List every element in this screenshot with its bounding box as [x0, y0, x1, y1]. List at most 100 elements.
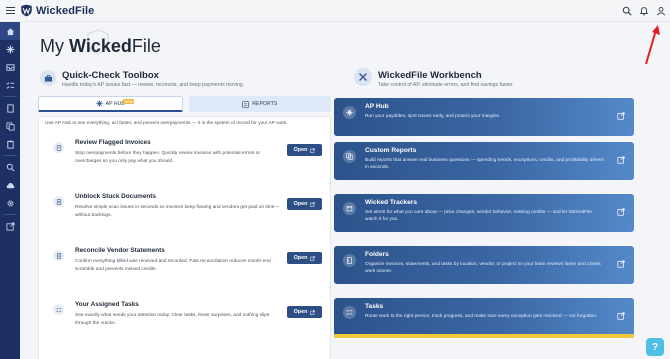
card-tasks[interactable]: Tasks Route work to the right person, tr…: [334, 298, 634, 336]
sidebar-item-upload[interactable]: [0, 176, 20, 194]
tab-reports[interactable]: REPORTS: [188, 96, 331, 112]
sidebar-item-documents[interactable]: [0, 99, 20, 117]
workbench-subtitle: Take control of AP, eliminate errors, an…: [378, 82, 514, 88]
toolbox-icon: [40, 70, 56, 86]
document-icon: [6, 103, 14, 113]
sidebar-item-ap-hub[interactable]: [0, 40, 20, 58]
quick-check-header: Quick-Check Toolbox Handle today's AP is…: [40, 70, 340, 90]
card-folders[interactable]: Folders Organize invoices, statements, a…: [334, 246, 634, 284]
card-description: Build reports that answer real business …: [365, 158, 605, 170]
list-item-reconcile-vendor-statements: Reconcile Vendor Statements Confirm ever…: [53, 247, 325, 287]
open-button-label: Open: [293, 309, 308, 315]
external-link-icon: [310, 201, 316, 207]
home-icon: [6, 27, 14, 35]
gear-icon: [6, 199, 14, 207]
card-custom-reports[interactable]: Custom Reports Build reports that answer…: [334, 142, 634, 180]
folder-icon: [343, 254, 356, 267]
help-button[interactable]: ?: [646, 338, 664, 356]
sidebar-divider: [3, 96, 17, 97]
open-button[interactable]: Open: [287, 198, 322, 210]
card-wicked-trackers[interactable]: Wicked Trackers Set alerts for what you …: [334, 194, 634, 232]
external-link-icon: [310, 309, 316, 315]
quick-check-subtitle: Handle today's AP issues fast — review, …: [62, 82, 245, 88]
annotation-arrow-icon: [645, 25, 660, 65]
clipboard-icon: [6, 140, 14, 149]
sidebar-divider: [3, 214, 17, 215]
item-description: See exactly what needs your attention to…: [75, 313, 270, 326]
card-description: Organize invoices, statements, and tasks…: [365, 262, 601, 274]
quick-check-tabs: AP HUB NEW REPORTS: [38, 96, 331, 112]
card-title: Tasks: [365, 303, 384, 310]
sidebar-item-checklist[interactable]: [0, 76, 20, 94]
external-link-icon: [310, 147, 316, 153]
flag-document-icon: [53, 142, 64, 153]
report-icon: [242, 100, 249, 108]
list-item-review-flagged-invoices: Review Flagged Invoices Stop overpayment…: [53, 139, 325, 179]
sidebar-item-settings[interactable]: [0, 194, 20, 212]
next-card-edge: [334, 334, 634, 338]
open-button[interactable]: Open: [287, 144, 322, 156]
sidebar-item-inbox[interactable]: [0, 58, 20, 76]
item-title: Unblock Stuck Documents: [75, 193, 156, 200]
item-title: Your Assigned Tasks: [75, 301, 139, 308]
checklist-icon: [343, 306, 356, 319]
page-title-suffix: File: [131, 36, 161, 56]
document-search-icon: [53, 196, 64, 207]
sparkle-icon: [95, 100, 103, 107]
sidebar-item-copies[interactable]: [0, 117, 20, 135]
list-item-unblock-stuck-documents: Unblock Stuck Documents Resolve simple s…: [53, 193, 325, 233]
external-link-icon: [617, 312, 625, 320]
page-title-emph: Wicked: [69, 36, 132, 56]
new-badge: NEW: [123, 99, 135, 104]
ap-hub-intro: Use AP Hub to see everything, act faster…: [45, 121, 288, 126]
external-link-icon: [310, 255, 316, 261]
top-bar: WickedFile: [0, 0, 670, 22]
external-link-icon: [617, 112, 625, 120]
copy-icon: [5, 121, 15, 131]
search-icon[interactable]: [622, 6, 632, 16]
sidebar-divider: [3, 155, 17, 156]
tasks-icon: [53, 304, 64, 315]
tab-ap-hub-label: AP HUB: [105, 100, 125, 107]
open-button[interactable]: Open: [287, 252, 322, 264]
card-description: Set alerts for what you care about — pri…: [365, 210, 592, 222]
item-description: Confirm everything billed was received a…: [75, 259, 271, 272]
list-item-your-assigned-tasks: Your Assigned Tasks See exactly what nee…: [53, 301, 325, 341]
wickedfile-logo-icon: [21, 4, 32, 17]
statement-icon: [53, 250, 64, 261]
open-button-label: Open: [293, 201, 308, 207]
item-description: Resolve simple scan issues in seconds so…: [75, 205, 280, 218]
open-button[interactable]: Open: [287, 306, 322, 318]
sidebar-item-external[interactable]: [0, 217, 20, 235]
card-title: Wicked Trackers: [365, 199, 417, 206]
workbench-header: WickedFile Workbench Take control of AP,…: [354, 68, 654, 90]
sidebar-item-search[interactable]: [0, 158, 20, 176]
sidebar-item-clipboard[interactable]: [0, 135, 20, 153]
item-title: Review Flagged Invoices: [75, 139, 151, 146]
sparkle-icon: [5, 44, 15, 54]
tab-ap-hub[interactable]: AP HUB NEW: [38, 96, 183, 112]
page-title-prefix: My: [40, 36, 69, 56]
item-title: Reconcile Vendor Statements: [75, 247, 165, 254]
card-ap-hub[interactable]: AP Hub Run your payables, spot issues ea…: [334, 98, 634, 136]
user-icon[interactable]: [656, 6, 666, 16]
cloud-upload-icon: [6, 182, 14, 188]
sidebar: [0, 22, 20, 359]
card-title: AP Hub: [365, 103, 389, 110]
card-title: Custom Reports: [365, 147, 417, 154]
workbench-title: WickedFile Workbench: [378, 70, 482, 81]
tracker-icon: [343, 202, 356, 215]
tab-reports-label: REPORTS: [252, 101, 278, 107]
external-link-icon: [5, 221, 15, 231]
brand[interactable]: WickedFile: [20, 0, 94, 22]
brand-name: WickedFile: [36, 4, 95, 17]
external-link-icon: [617, 156, 625, 164]
sidebar-item-home[interactable]: [0, 22, 20, 40]
card-description: Run your payables, spot issues early, an…: [365, 114, 501, 119]
quick-check-title: Quick-Check Toolbox: [62, 70, 159, 81]
bell-icon[interactable]: [639, 6, 649, 16]
card-title: Folders: [365, 251, 389, 258]
open-button-label: Open: [293, 147, 308, 153]
open-button-label: Open: [293, 255, 308, 261]
menu-icon[interactable]: [0, 0, 20, 22]
